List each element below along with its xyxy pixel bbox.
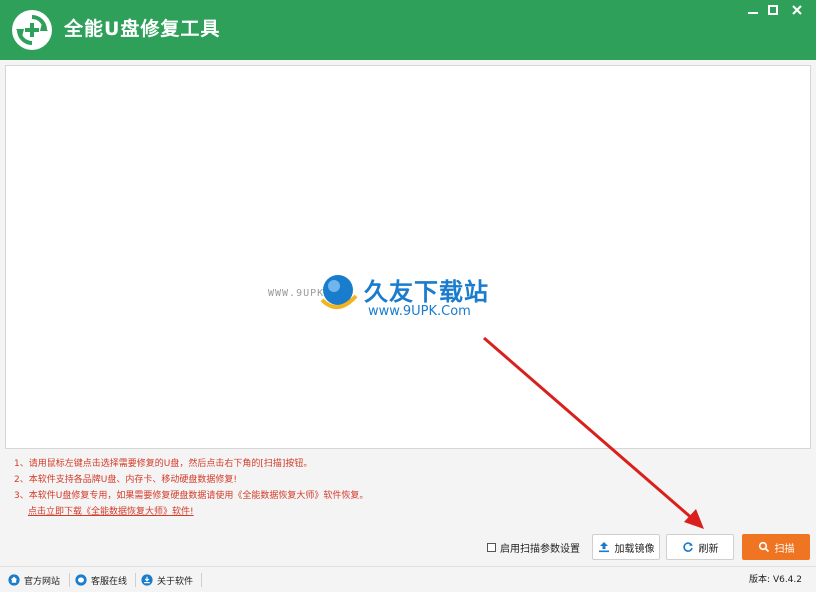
website-label: 官方网站: [24, 576, 61, 587]
app-logo-icon: [12, 10, 52, 50]
chat-icon: [75, 574, 87, 586]
watermark-url: www.9UPK.Com: [368, 304, 471, 319]
watermark-brand: 久友下载站: [364, 278, 489, 306]
title-bar: 全能U盘修复工具: [0, 0, 816, 60]
footer-divider: [135, 573, 136, 587]
info-icon: [141, 574, 153, 586]
search-icon: [758, 541, 769, 553]
load-image-button[interactable]: 加载镜像: [592, 534, 660, 560]
support-label: 客服在线: [91, 576, 128, 587]
app-title: 全能U盘修复工具: [64, 18, 221, 40]
official-website-link[interactable]: 官方网站: [8, 572, 60, 588]
maximize-icon: [768, 5, 778, 15]
checkbox-box[interactable]: [487, 542, 496, 552]
minimize-icon: [748, 12, 758, 14]
refresh-label: 刷新: [698, 543, 719, 555]
close-icon: [792, 5, 802, 15]
footer-bar: 官方网站 客服在线 关于软件 版本: V6.4.2: [0, 566, 816, 592]
refresh-button[interactable]: 刷新: [666, 534, 734, 560]
load-image-label: 加载镜像: [614, 543, 655, 555]
minimize-button[interactable]: [742, 0, 764, 20]
instructions: 1、请用鼠标左键点击选择需要修复的U盘，然后点击右下角的[扫描]按钮。 2、本软…: [14, 456, 368, 520]
watermark-globe-icon: [320, 275, 358, 309]
footer-divider: [201, 573, 202, 587]
customer-service-link[interactable]: 客服在线: [75, 572, 127, 588]
instruction-line: 2、本软件支持各品牌U盘、内存卡、移动硬盘数据修复!: [14, 475, 237, 485]
home-icon: [8, 574, 20, 586]
close-button[interactable]: [786, 0, 808, 20]
about-label: 关于软件: [157, 576, 194, 587]
instruction-line: 3、本软件U盘修复专用，如果需要修复硬盘数据请使用《全能数据恢复大师》软件恢复。: [14, 491, 369, 501]
about-software-link[interactable]: 关于软件: [141, 572, 193, 588]
upload-icon: [598, 542, 609, 553]
scan-label: 扫描: [774, 543, 795, 555]
scan-settings-label: 启用扫描参数设置: [500, 543, 580, 555]
maximize-button[interactable]: [762, 0, 784, 20]
instruction-line: 1、请用鼠标左键点击选择需要修复的U盘，然后点击右下角的[扫描]按钮。: [14, 459, 313, 469]
scan-settings-checkbox[interactable]: 启用扫描参数设置: [487, 540, 580, 555]
footer-divider: [69, 573, 70, 587]
refresh-icon: [682, 542, 693, 552]
version-label: 版本: V6.4.2: [749, 575, 802, 585]
download-link[interactable]: 点击立即下载《全能数据恢复大师》软件!: [28, 504, 194, 520]
scan-button[interactable]: 扫描: [742, 534, 810, 560]
